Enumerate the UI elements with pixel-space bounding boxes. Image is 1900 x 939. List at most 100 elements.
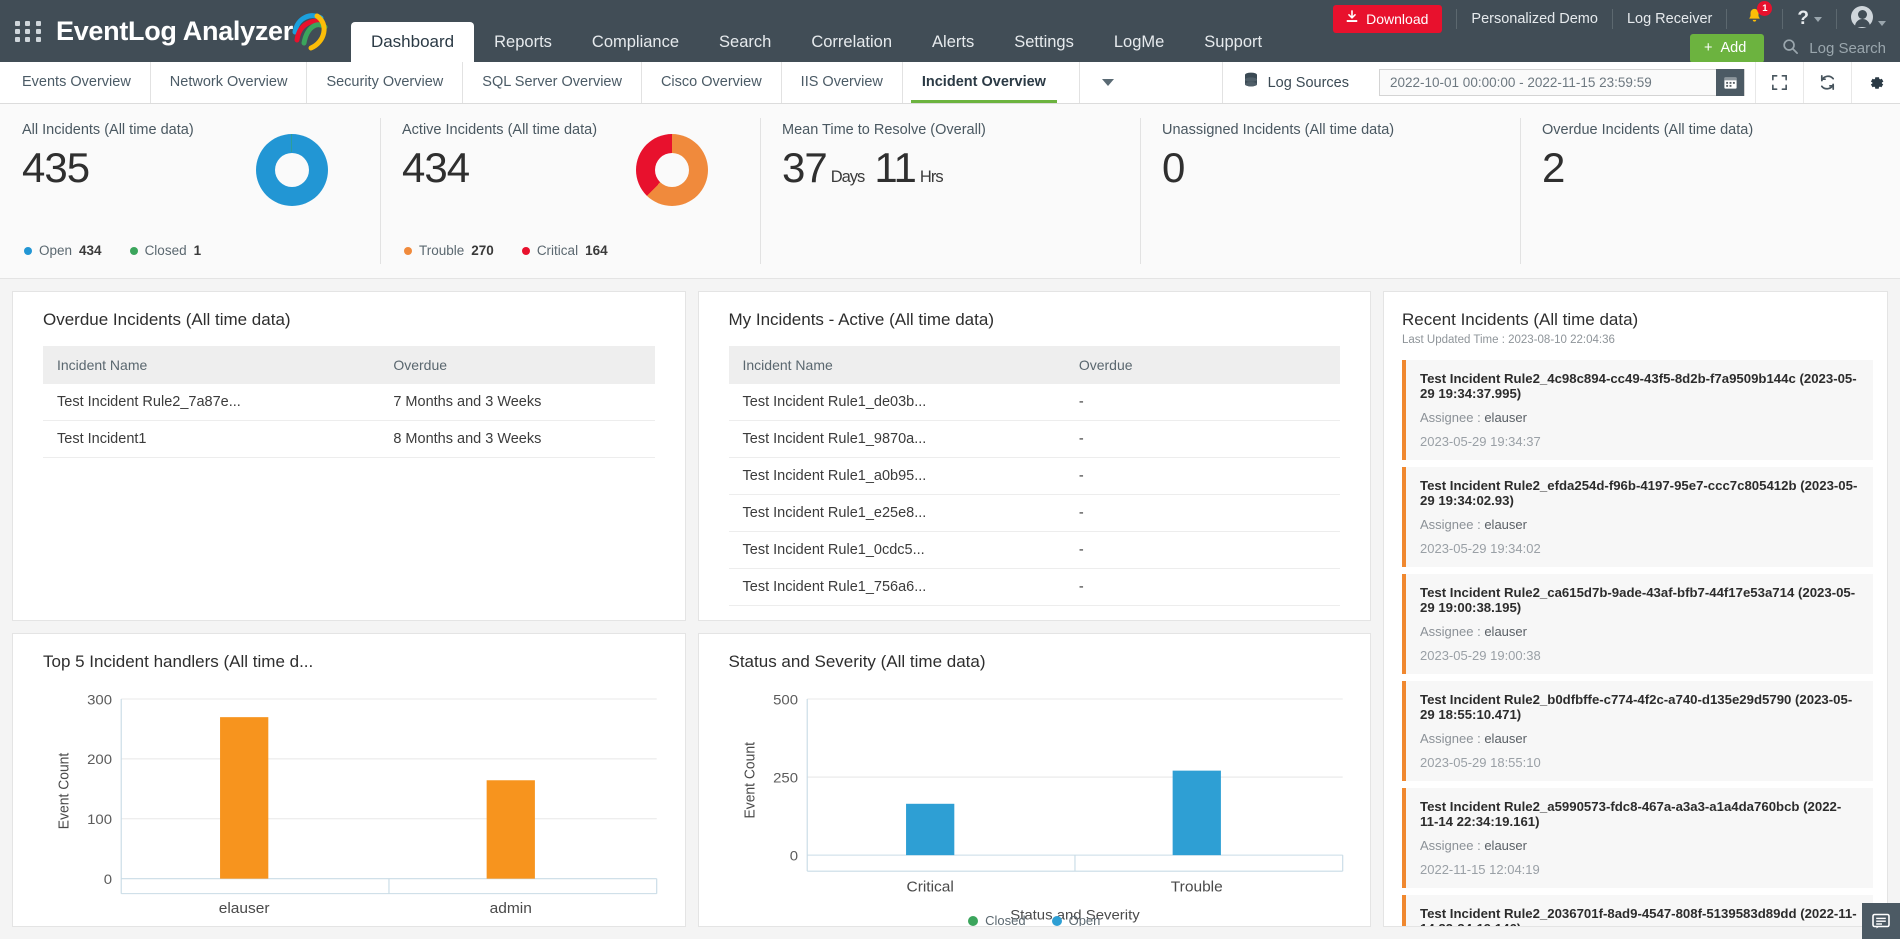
apps-grid-icon[interactable] — [12, 21, 46, 42]
table-row[interactable]: Test Incident Rule1_0cdc5...- — [729, 532, 1341, 569]
notifications-bell-icon[interactable]: 1 — [1741, 7, 1768, 31]
legend-value: 270 — [471, 243, 494, 258]
settings-gear-button[interactable] — [1851, 62, 1900, 103]
y-tick-0: 0 — [104, 872, 112, 887]
list-item[interactable]: Test Incident Rule2_a5990573-fdc8-467a-a… — [1402, 788, 1873, 888]
notification-badge: 1 — [1757, 1, 1772, 16]
refresh-button[interactable] — [1803, 62, 1851, 103]
list-item[interactable]: Test Incident Rule2_ca615d7b-9ade-43af-b… — [1402, 574, 1873, 674]
nav-search[interactable]: Search — [699, 22, 791, 62]
x-tick-elauser: elauser — [219, 900, 270, 916]
help-menu[interactable]: ? — [1797, 8, 1822, 30]
mttr-hours-value: 11 — [874, 144, 916, 191]
panel-title: Recent Incidents (All time data) — [1384, 292, 1887, 334]
list-item[interactable]: Test Incident Rule2_b0dfbffe-c774-4f2c-a… — [1402, 681, 1873, 781]
column-header-overdue[interactable]: Overdue — [379, 346, 654, 384]
assignee-value: elauser — [1484, 410, 1527, 425]
legend-dot — [522, 247, 530, 255]
download-icon — [1345, 10, 1359, 27]
column-header-incident-name[interactable]: Incident Name — [729, 346, 1065, 384]
nav-support[interactable]: Support — [1184, 22, 1282, 62]
divider — [1836, 9, 1837, 29]
nav-settings[interactable]: Settings — [994, 22, 1094, 62]
chat-icon — [1871, 912, 1891, 931]
calendar-icon[interactable] — [1716, 69, 1744, 96]
y-axis-label: Event Count — [56, 753, 73, 829]
nav-alerts[interactable]: Alerts — [912, 22, 994, 62]
brand-swirl-icon — [289, 14, 327, 48]
bar-trouble[interactable] — [1172, 771, 1220, 855]
kpi-value: 2 — [1542, 144, 1900, 192]
legend-closed[interactable]: Closed — [968, 913, 1025, 927]
log-sources-button[interactable]: Log Sources — [1222, 62, 1369, 103]
cell-incident-name: Test Incident Rule1_756a6... — [729, 569, 1065, 606]
log-receiver-link[interactable]: Log Receiver — [1627, 11, 1712, 27]
feedback-chat-button[interactable] — [1862, 903, 1900, 939]
incident-assignee: Assignee : elauser — [1420, 624, 1859, 639]
status-severity-chart[interactable]: 500 250 0 Event Count Critical Trouble S… — [699, 684, 1371, 927]
table-row[interactable]: Test Incident Rule1_e25e8...- — [729, 495, 1341, 532]
kpi-overdue-incidents[interactable]: Overdue Incidents (All time data) 2 — [1520, 104, 1900, 278]
table-row[interactable]: Test Incident Rule1_756a6...- — [729, 569, 1341, 606]
table-row[interactable]: Test Incident Rule1_9870a...- — [729, 421, 1341, 458]
user-menu[interactable] — [1851, 6, 1886, 33]
more-tabs-dropdown[interactable] — [1079, 62, 1136, 103]
tab-incident-overview[interactable]: Incident Overview — [903, 62, 1065, 103]
dashboard-content: Overdue Incidents (All time data) Incide… — [0, 279, 1900, 939]
top-handlers-chart[interactable]: 300 200 100 0 Event Count elauser admin — [13, 684, 685, 927]
x-tick-critical: Critical — [906, 879, 953, 895]
tab-events-overview[interactable]: Events Overview — [0, 62, 151, 103]
y-tick-300: 300 — [87, 693, 112, 708]
tab-security-overview[interactable]: Security Overview — [307, 62, 463, 103]
download-button[interactable]: Download — [1333, 5, 1442, 33]
tab-iis-overview[interactable]: IIS Overview — [782, 62, 903, 103]
y-axis-label: Event Count — [741, 742, 758, 818]
nav-dashboard[interactable]: Dashboard — [351, 22, 474, 62]
nav-compliance[interactable]: Compliance — [572, 22, 699, 62]
table-row[interactable]: Test Incident Rule2_7a87e... 7 Months an… — [43, 384, 655, 421]
date-range-input[interactable] — [1380, 75, 1716, 90]
legend-open[interactable]: Open — [1052, 913, 1101, 927]
cell-incident-name: Test Incident Rule1_de03b... — [729, 384, 1065, 421]
legend-label: Critical — [537, 243, 578, 258]
fullscreen-button[interactable] — [1755, 62, 1803, 103]
legend-dot — [130, 247, 138, 255]
incident-time: 2023-05-29 19:00:38 — [1420, 648, 1859, 663]
chevron-down-icon — [1814, 17, 1822, 22]
chevron-down-icon — [1878, 21, 1886, 26]
list-item[interactable]: Test Incident Rule2_2036701f-8ad9-4547-8… — [1402, 895, 1873, 927]
personalized-demo-link[interactable]: Personalized Demo — [1471, 11, 1598, 27]
nav-correlation[interactable]: Correlation — [791, 22, 912, 62]
table-row[interactable]: Test Incident1 8 Months and 3 Weeks — [43, 421, 655, 458]
tab-network-overview[interactable]: Network Overview — [151, 62, 308, 103]
bar-admin[interactable] — [487, 780, 535, 878]
kpi-mean-time-to-resolve[interactable]: Mean Time to Resolve (Overall) 37Days11H… — [760, 104, 1140, 278]
all-incidents-donut-chart — [256, 134, 328, 206]
nav-logme[interactable]: LogMe — [1094, 22, 1184, 62]
bar-elauser[interactable] — [220, 717, 268, 879]
brand-logo[interactable]: EventLog Analyzer — [56, 14, 327, 48]
assignee-label: Assignee : — [1420, 517, 1481, 532]
table-row[interactable]: Test Incident Rule1_a0b95...- — [729, 458, 1341, 495]
incident-name: Test Incident Rule2_4c98c894-cc49-43f5-8… — [1420, 371, 1859, 401]
top-handlers-bar-chart: 300 200 100 0 Event Count elauser admin — [27, 684, 671, 927]
column-header-overdue[interactable]: Overdue — [1065, 346, 1340, 384]
date-range-picker[interactable] — [1379, 69, 1745, 96]
table-row[interactable]: Test Incident Rule1_de03b...- — [729, 384, 1341, 421]
kpi-unassigned-incidents[interactable]: Unassigned Incidents (All time data) 0 — [1140, 104, 1520, 278]
kpi-all-incidents[interactable]: All Incidents (All time data) 435 Open 4… — [0, 104, 380, 278]
tab-cisco-overview[interactable]: Cisco Overview — [642, 62, 782, 103]
dashboard-tabs: Events Overview Network Overview Securit… — [0, 62, 1065, 103]
mttr-days-unit: Days — [831, 168, 865, 186]
tab-sql-server-overview[interactable]: SQL Server Overview — [463, 62, 642, 103]
add-button[interactable]: + Add — [1690, 34, 1764, 63]
nav-reports[interactable]: Reports — [474, 22, 572, 62]
list-item[interactable]: Test Incident Rule2_4c98c894-cc49-43f5-8… — [1402, 360, 1873, 460]
list-item[interactable]: Test Incident Rule2_efda254d-f96b-4197-9… — [1402, 467, 1873, 567]
log-search-button[interactable]: Log Search — [1782, 38, 1886, 59]
kpi-active-incidents[interactable]: Active Incidents (All time data) 434 Tro… — [380, 104, 760, 278]
column-header-incident-name[interactable]: Incident Name — [43, 346, 379, 384]
divider — [1782, 9, 1783, 29]
cell-overdue: 7 Months and 3 Weeks — [379, 384, 654, 421]
bar-critical[interactable] — [906, 804, 954, 855]
